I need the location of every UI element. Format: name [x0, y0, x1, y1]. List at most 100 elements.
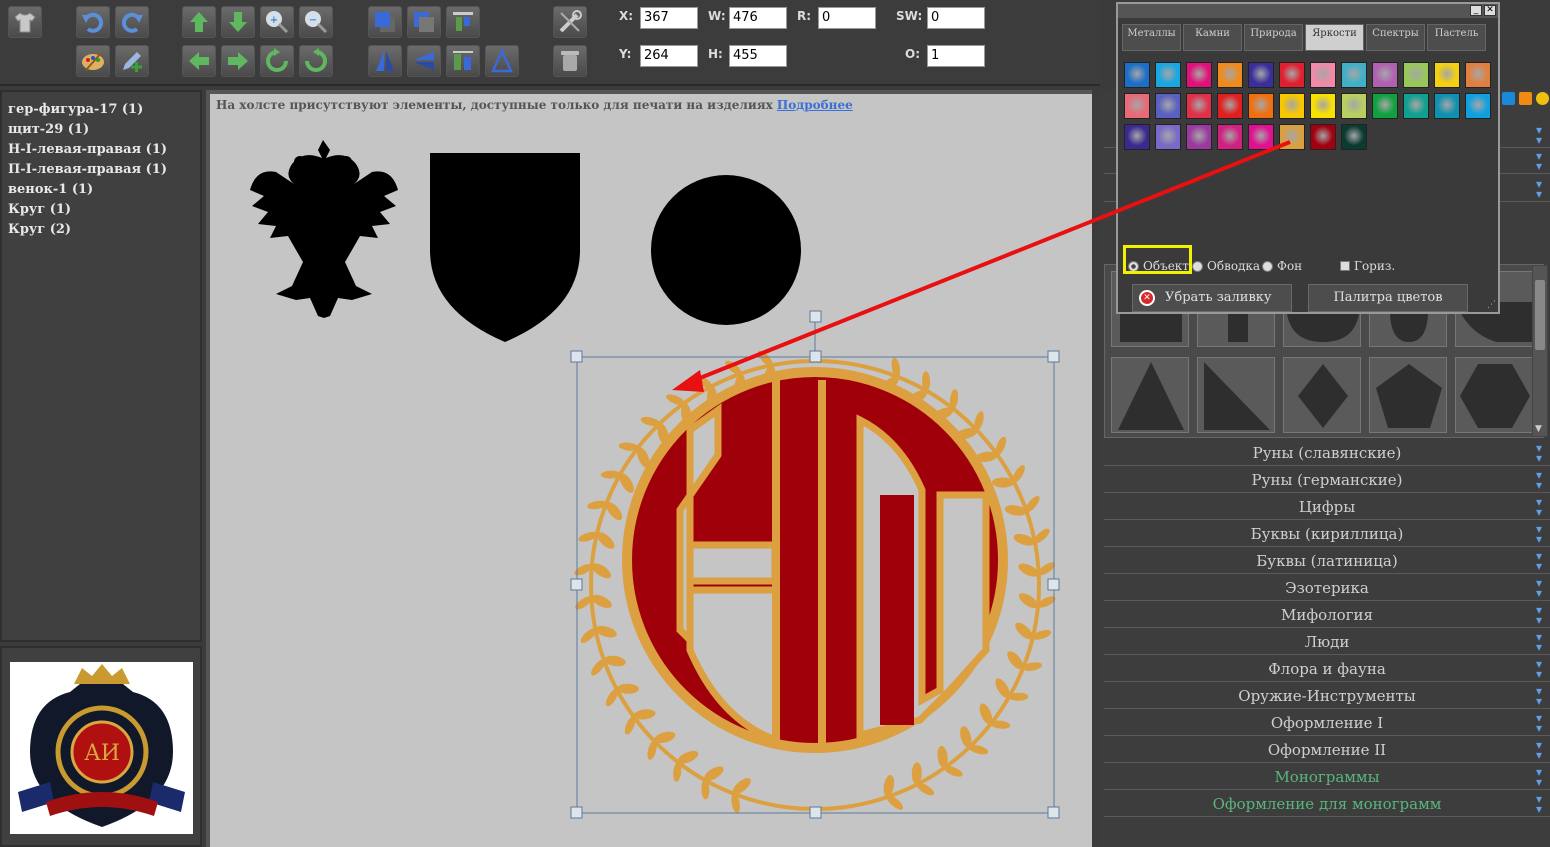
color-swatch[interactable] — [1465, 62, 1491, 88]
shield-shape[interactable] — [430, 153, 580, 342]
color-swatch[interactable] — [1310, 124, 1336, 150]
chevron-down-icon: ▾ ▾ — [1535, 657, 1542, 681]
color-tab[interactable]: Спектры — [1366, 24, 1425, 51]
resize-handle-w[interactable] — [570, 578, 583, 591]
shape-tile-pentagon[interactable] — [1369, 357, 1447, 433]
category-item[interactable]: Оружие-Инструменты ▾ ▾ — [1104, 683, 1550, 709]
category-item[interactable]: Буквы (кириллица) ▾ ▾ — [1104, 521, 1550, 547]
double-headed-eagle-shape[interactable] — [250, 140, 398, 318]
color-swatch[interactable] — [1124, 124, 1150, 150]
remove-icon: ✕ — [1139, 290, 1155, 306]
color-swatch[interactable] — [1310, 93, 1336, 119]
color-swatch[interactable] — [1372, 62, 1398, 88]
category-item[interactable]: Руны (славянские) ▾ ▾ — [1104, 440, 1550, 466]
category-item[interactable]: Мифология ▾ ▾ — [1104, 602, 1550, 628]
category-label: Люди — [1304, 633, 1350, 651]
remove-fill-button[interactable]: ✕ Убрать заливку — [1132, 284, 1292, 312]
color-swatch[interactable] — [1186, 93, 1212, 119]
rotate-handle[interactable] — [809, 310, 822, 323]
shapes-scrollbar[interactable]: ▼ — [1532, 265, 1548, 437]
background-option-label: Фон — [1277, 259, 1303, 273]
category-label: Оформление для монограмм — [1212, 795, 1442, 813]
resize-handle-s[interactable] — [809, 806, 822, 819]
diamond-shape-icon — [1298, 364, 1348, 428]
color-swatch[interactable] — [1124, 62, 1150, 88]
color-swatch[interactable] — [1434, 93, 1460, 119]
scroll-thumb[interactable] — [1535, 280, 1545, 350]
chevron-down-icon: ▾ ▾ — [1535, 123, 1542, 147]
color-swatch[interactable] — [1217, 124, 1243, 150]
fill-stroke-option[interactable]: Обводка — [1192, 259, 1260, 273]
monogram-shape[interactable] — [622, 367, 1008, 753]
color-swatch[interactable] — [1403, 62, 1429, 88]
chevron-down-icon: ▾ ▾ — [1535, 468, 1542, 492]
resize-handle-se[interactable] — [1047, 806, 1060, 819]
scroll-down-arrow-icon[interactable]: ▼ — [1535, 424, 1542, 434]
shape-tile-hexagon[interactable] — [1455, 357, 1533, 433]
color-swatch[interactable] — [1155, 62, 1181, 88]
color-swatch[interactable] — [1155, 93, 1181, 119]
category-item[interactable]: Цифры ▾ ▾ — [1104, 494, 1550, 520]
color-swatch[interactable] — [1217, 62, 1243, 88]
color-swatch[interactable] — [1186, 124, 1212, 150]
category-item[interactable]: Оформление II ▾ ▾ — [1104, 737, 1550, 763]
shape-tile-triangle[interactable] — [1111, 357, 1189, 433]
color-swatch[interactable] — [1465, 93, 1491, 119]
category-item[interactable]: Флора и фауна ▾ ▾ — [1104, 656, 1550, 682]
color-swatch[interactable] — [1248, 62, 1274, 88]
close-icon[interactable]: ✕ — [1484, 5, 1496, 16]
chevron-down-icon: ▾ ▾ — [1535, 765, 1542, 789]
resize-handle-n[interactable] — [809, 350, 822, 363]
color-swatch[interactable] — [1124, 93, 1150, 119]
color-swatch[interactable] — [1341, 62, 1367, 88]
category-item[interactable]: Буквы (латиница) ▾ ▾ — [1104, 548, 1550, 574]
color-swatch[interactable] — [1279, 62, 1305, 88]
color-swatch[interactable] — [1155, 124, 1181, 150]
color-swatch[interactable] — [1248, 124, 1274, 150]
resize-handle-sw[interactable] — [570, 806, 583, 819]
chevron-down-icon: ▾ ▾ — [1535, 522, 1542, 546]
radio-icon — [1192, 260, 1203, 272]
color-tab[interactable]: Яркости — [1305, 24, 1364, 51]
resize-handle-ne[interactable] — [1047, 350, 1060, 363]
shape-tile-diamond[interactable] — [1283, 357, 1361, 433]
color-palette-button[interactable]: Палитра цветов — [1308, 284, 1468, 312]
color-swatch[interactable] — [1310, 62, 1336, 88]
color-swatch[interactable] — [1248, 93, 1274, 119]
category-item[interactable]: Руны (германские) ▾ ▾ — [1104, 467, 1550, 493]
category-item[interactable]: Оформление для монограмм ▾ ▾ — [1104, 791, 1550, 817]
chevron-down-icon: ▾ ▾ — [1535, 630, 1542, 654]
resize-grip-icon[interactable]: ⋰ — [1487, 300, 1496, 310]
resize-handle-e[interactable] — [1047, 578, 1060, 591]
color-tab[interactable]: Камни — [1183, 24, 1242, 51]
category-label: Буквы (кириллица) — [1250, 525, 1404, 543]
social-share-icon[interactable] — [1502, 92, 1515, 105]
category-item[interactable]: Эзотерика ▾ ▾ — [1104, 575, 1550, 601]
color-tab[interactable]: Металлы — [1122, 24, 1181, 51]
shape-tile-right-triangle[interactable] — [1197, 357, 1275, 433]
black-circle-shape[interactable] — [651, 175, 801, 325]
mail-icon[interactable] — [1536, 92, 1549, 105]
odnoklassniki-icon[interactable] — [1519, 92, 1532, 105]
color-swatch[interactable] — [1341, 93, 1367, 119]
popup-titlebar[interactable]: _ ✕ — [1118, 4, 1498, 18]
category-item[interactable]: Оформление I ▾ ▾ — [1104, 710, 1550, 736]
color-tab[interactable]: Природа — [1244, 24, 1303, 51]
color-swatch[interactable] — [1279, 124, 1305, 150]
category-label: Оружие-Инструменты — [1238, 687, 1416, 705]
color-swatch[interactable] — [1217, 93, 1243, 119]
color-swatch[interactable] — [1434, 62, 1460, 88]
remove-fill-label: Убрать заливку — [1165, 290, 1272, 305]
resize-handle-nw[interactable] — [570, 350, 583, 363]
color-swatch[interactable] — [1341, 124, 1367, 150]
category-item[interactable]: Монограммы ▾ ▾ — [1104, 764, 1550, 790]
horizontal-gradient-checkbox[interactable]: Гориз. — [1340, 259, 1395, 273]
color-swatch[interactable] — [1403, 93, 1429, 119]
minimize-icon[interactable]: _ — [1470, 5, 1482, 16]
color-swatch[interactable] — [1279, 93, 1305, 119]
fill-background-option[interactable]: Фон — [1262, 259, 1302, 273]
category-item[interactable]: Люди ▾ ▾ — [1104, 629, 1550, 655]
color-swatch[interactable] — [1372, 93, 1398, 119]
color-tab[interactable]: Пастель — [1427, 24, 1486, 51]
color-swatch[interactable] — [1186, 62, 1212, 88]
